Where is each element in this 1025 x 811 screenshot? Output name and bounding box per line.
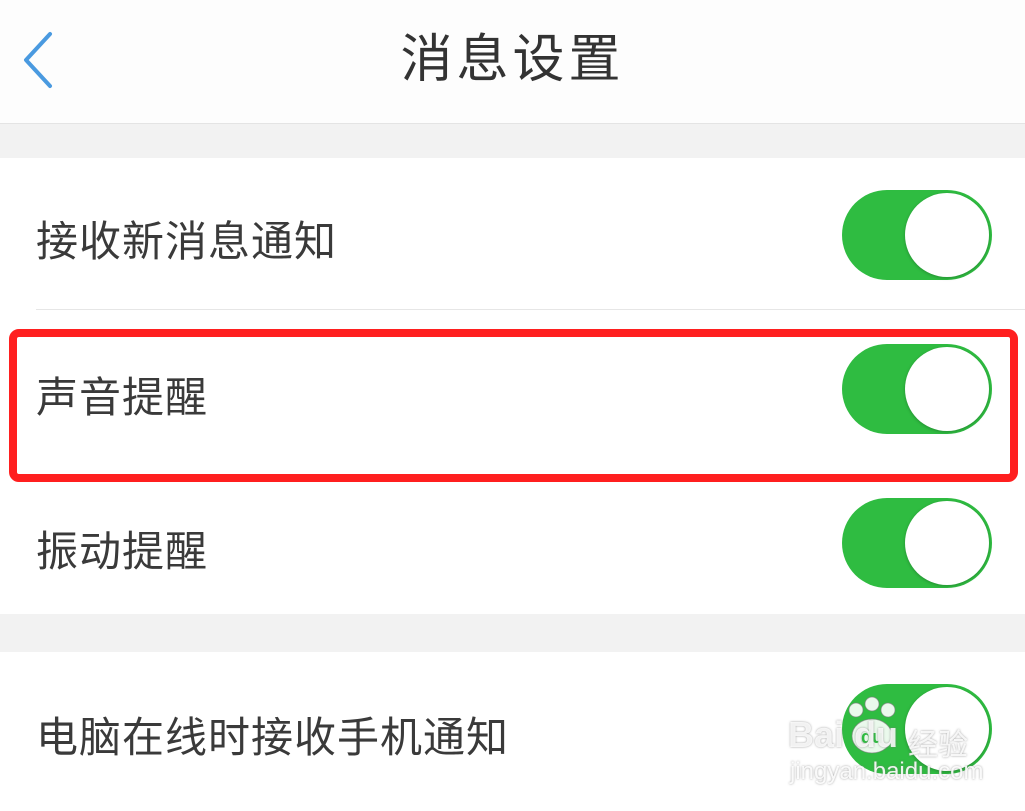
setting-label: 振动提醒 — [36, 527, 209, 576]
setting-row-new-message-notification: 接收新消息通知 — [0, 158, 1025, 310]
setting-row-vibration-alert: 振动提醒 — [0, 462, 1025, 614]
setting-label: 接收新消息通知 — [36, 217, 338, 266]
vibration-alert-toggle[interactable] — [842, 498, 992, 588]
settings-group: 接收新消息通知 声音提醒 振动提醒 — [0, 158, 1025, 614]
toggle-knob — [905, 501, 989, 585]
setting-row-pc-online-notification: 电脑在线时接收手机通知 — [0, 652, 1025, 811]
sound-alert-toggle[interactable] — [842, 344, 992, 434]
setting-label: 电脑在线时接收手机通知 — [36, 713, 510, 762]
toggle-knob — [905, 193, 989, 277]
toggle-knob — [905, 347, 989, 431]
setting-label: 声音提醒 — [36, 373, 209, 422]
toggle-knob — [905, 687, 989, 771]
setting-row-sound-alert: 声音提醒 — [0, 310, 1025, 462]
settings-group: 电脑在线时接收手机通知 — [0, 652, 1025, 811]
page-title: 消息设置 — [400, 30, 625, 90]
nav-bar: 消息设置 — [0, 0, 1025, 124]
pc-online-notification-toggle[interactable] — [842, 684, 992, 774]
new-message-notification-toggle[interactable] — [842, 190, 992, 280]
